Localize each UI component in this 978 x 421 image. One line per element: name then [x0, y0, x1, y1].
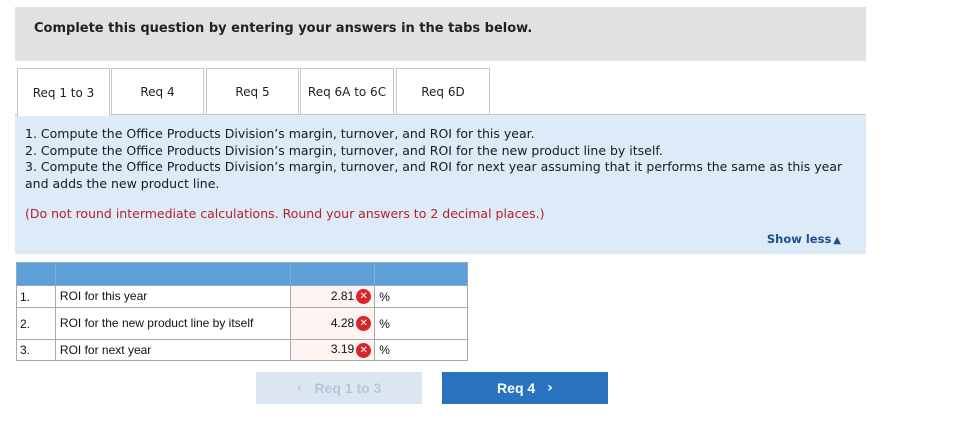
answer-input[interactable]: 3.19 ✕ [290, 339, 376, 361]
banner-text: Complete this question by entering your … [34, 21, 533, 36]
unit-label: % [374, 285, 468, 308]
previous-button-label: Req 1 to 3 [314, 380, 382, 396]
table-row: 2. ROI for the new product line by itsel… [16, 307, 468, 340]
row-label: ROI for the new product line by itself [54, 307, 292, 340]
table-header-row [16, 262, 468, 286]
question-panel: 1. Compute the Office Products Division’… [15, 115, 866, 254]
answer-value: 3.19 [330, 342, 355, 357]
instruction-3: 3. Compute the Office Products Division’… [25, 159, 843, 191]
previous-button: ‹ Req 1 to 3 [256, 372, 422, 404]
row-label: ROI for this year [54, 285, 292, 308]
answer-input[interactable]: 4.28 ✕ [290, 307, 376, 340]
instruction-2: 2. Compute the Office Products Division’… [25, 142, 663, 158]
instruction-1: 1. Compute the Office Products Division’… [25, 126, 535, 141]
table-row: 1. ROI for this year 2.81 ✕ % [16, 285, 468, 308]
tab-req-1-to-3[interactable]: Req 1 to 3 [17, 68, 110, 116]
row-number: 2. [16, 307, 56, 340]
show-less-link[interactable]: Show less ▲ [767, 232, 841, 246]
answer-table: 1. ROI for this year 2.81 ✕ % 2. ROI for … [16, 262, 468, 361]
show-less-label: Show less [766, 232, 832, 246]
instructions-list: 1. Compute the Office Products Division’… [25, 126, 857, 192]
tab-req-6d[interactable]: Req 6D [396, 68, 490, 115]
answer-input[interactable]: 2.81 ✕ [290, 285, 376, 308]
unit-label: % [374, 339, 468, 361]
rounding-note: (Do not round intermediate calculations.… [25, 206, 545, 221]
incorrect-icon: ✕ [356, 342, 372, 358]
unit-label: % [374, 307, 468, 340]
tab-req-5[interactable]: Req 5 [206, 68, 299, 115]
row-number: 1. [16, 285, 56, 308]
incorrect-icon: ✕ [356, 316, 372, 332]
chevron-right-icon: › [547, 380, 553, 396]
next-button[interactable]: Req 4 › [442, 372, 608, 404]
table-row: 3. ROI for next year 3.19 ✕ % [16, 339, 468, 361]
answer-value: 4.28 [330, 315, 355, 330]
chevron-left-icon: ‹ [296, 380, 303, 396]
answer-value: 2.81 [330, 288, 355, 303]
tab-req-6a-to-6c[interactable]: Req 6A to 6C [300, 68, 394, 115]
next-button-label: Req 4 [497, 380, 536, 396]
instructions-banner: Complete this question by entering your … [15, 7, 866, 61]
triangle-up-icon: ▲ [833, 235, 841, 246]
row-label: ROI for next year [54, 339, 292, 361]
tab-req-4[interactable]: Req 4 [111, 68, 204, 115]
incorrect-icon: ✕ [356, 289, 372, 305]
row-number: 3. [16, 339, 56, 361]
